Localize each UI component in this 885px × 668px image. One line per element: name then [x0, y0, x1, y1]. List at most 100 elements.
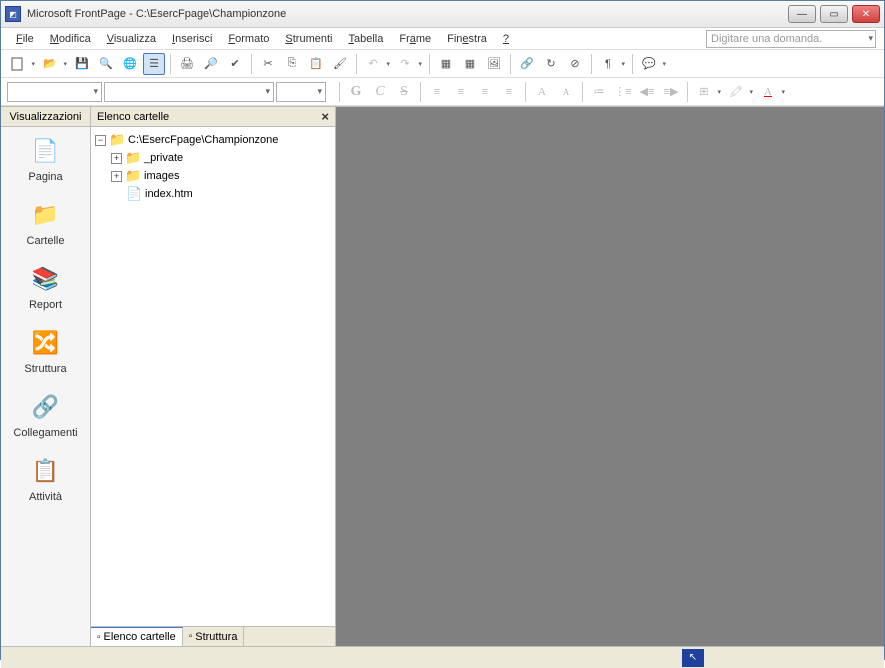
align-left-button[interactable]: ≡ — [426, 81, 448, 103]
stop-button[interactable]: ⊘ — [564, 53, 586, 75]
strike-button[interactable]: S — [393, 81, 415, 103]
struttura-icon: 🔀 — [30, 327, 62, 359]
paste-button[interactable]: 📋 — [305, 53, 327, 75]
view-label: Attività — [29, 491, 62, 503]
menu-finestra[interactable]: Finestra — [440, 31, 494, 47]
align-center-button[interactable]: ≡ — [450, 81, 472, 103]
separator — [582, 82, 583, 102]
tree-item[interactable]: +📁images — [95, 167, 331, 185]
help-search-box[interactable]: Digitare una domanda. — [706, 30, 876, 48]
folder-tree[interactable]: − 📁 C:\EsercFpage\Championzone +📁_privat… — [91, 127, 335, 626]
size-combo[interactable] — [276, 82, 326, 102]
expand-icon[interactable]: + — [111, 171, 122, 182]
redo-button[interactable]: ↷ — [394, 53, 416, 75]
menu-?[interactable]: ? — [496, 31, 516, 47]
views-header: Visualizzazioni — [1, 107, 90, 127]
help-button[interactable]: 💬 — [638, 53, 660, 75]
minimize-button[interactable]: — — [788, 5, 816, 23]
menu-modifica[interactable]: Modifica — [43, 31, 98, 47]
image-button[interactable]: 🖼 — [483, 53, 505, 75]
view-struttura[interactable]: 🔀 Struttura — [1, 319, 90, 383]
menu-frame[interactable]: Frame — [392, 31, 438, 47]
border-button[interactable]: ⊞ — [693, 81, 715, 103]
font-combo[interactable] — [104, 82, 274, 102]
menu-file[interactable]: File — [9, 31, 41, 47]
indent-button[interactable]: ≡▶ — [660, 81, 682, 103]
undo-button[interactable]: ↶ — [362, 53, 384, 75]
view-report[interactable]: 📚Report — [1, 255, 90, 319]
align-right-button[interactable]: ≡ — [474, 81, 496, 103]
tab-label: Struttura — [195, 631, 237, 643]
align-justify-button[interactable]: ≡ — [498, 81, 520, 103]
toolbar-main: 📂 💾 🔍 🌐 ☰ 🖨 🔎 ✔ ✂ ⎘ 📋 🖌 ↶ ↷ ▦ ▦ 🖼 🔗 ↻ ⊘ … — [1, 50, 884, 78]
publish-button[interactable]: 🌐 — [119, 53, 141, 75]
separator — [510, 54, 511, 74]
view-label: Cartelle — [27, 235, 65, 247]
tree-item-label: index.htm — [145, 188, 193, 200]
open-button[interactable]: 📂 — [39, 53, 61, 75]
copy-button[interactable]: ⎘ — [281, 53, 303, 75]
close-panel-icon[interactable]: × — [321, 109, 329, 124]
view-cartelle[interactable]: 📁Cartelle — [1, 191, 90, 255]
app-icon: ◩ — [5, 6, 21, 22]
bold-button[interactable]: G — [345, 81, 367, 103]
toggle-folder-button[interactable]: ☰ — [143, 53, 165, 75]
bullet-list-button[interactable]: ⋮≡ — [612, 81, 634, 103]
italic-button[interactable]: C — [369, 81, 391, 103]
expand-icon[interactable]: + — [111, 153, 122, 164]
toolbar-format: G C S ≡ ≡ ≡ ≡ A A ≔ ⋮≡ ◀≡ ≡▶ ⊞ 🖍 A — [1, 78, 884, 106]
tree-item[interactable]: 📄index.htm — [95, 185, 331, 203]
search-button[interactable]: 🔍 — [95, 53, 117, 75]
cut-button[interactable]: ✂ — [257, 53, 279, 75]
titlebar: ◩ Microsoft FrontPage - C:\EsercFpage\Ch… — [1, 1, 884, 28]
tab-elenco-cartelle[interactable]: ▫Elenco cartelle — [91, 627, 183, 646]
separator — [591, 54, 592, 74]
report-icon: 📚 — [30, 263, 62, 295]
new-button[interactable] — [7, 53, 29, 75]
menu-inserisci[interactable]: Inserisci — [165, 31, 219, 47]
status-indicator-icon: ↖ — [682, 649, 704, 667]
tree-item[interactable]: +📁_private — [95, 149, 331, 167]
folder-panel: Elenco cartelle × − 📁 C:\EsercFpage\Cham… — [91, 107, 336, 646]
highlight-button[interactable]: 🖍 — [725, 81, 747, 103]
outdent-button[interactable]: ◀≡ — [636, 81, 658, 103]
tree-root-row[interactable]: − 📁 C:\EsercFpage\Championzone — [95, 131, 331, 149]
collapse-icon[interactable]: − — [95, 135, 106, 146]
tab-struttura[interactable]: ▫Struttura — [183, 627, 245, 646]
preview-button[interactable]: 🔎 — [200, 53, 222, 75]
collegamenti-icon: 🔗 — [30, 391, 62, 423]
font-color-button[interactable]: A — [757, 81, 779, 103]
tab-icon: ▫ — [189, 631, 193, 642]
view-pagina[interactable]: 📄Pagina — [1, 127, 90, 191]
folder-panel-title: Elenco cartelle — [97, 111, 169, 123]
menu-visualizza[interactable]: Visualizza — [100, 31, 163, 47]
tree-root-label: C:\EsercFpage\Championzone — [128, 134, 278, 146]
separator — [632, 54, 633, 74]
show-button[interactable]: ¶ — [597, 53, 619, 75]
separator — [356, 54, 357, 74]
menu-strumenti[interactable]: Strumenti — [278, 31, 339, 47]
format-painter-button[interactable]: 🖌 — [329, 53, 351, 75]
folder-icon: 📁 — [125, 168, 141, 184]
increase-font-button[interactable]: A — [531, 81, 553, 103]
maximize-button[interactable]: ▭ — [820, 5, 848, 23]
spellcheck-button[interactable]: ✔ — [224, 53, 246, 75]
view-collegamenti[interactable]: 🔗Collegamenti — [1, 383, 90, 447]
save-button[interactable]: 💾 — [71, 53, 93, 75]
numbered-list-button[interactable]: ≔ — [588, 81, 610, 103]
menu-formato[interactable]: Formato — [221, 31, 276, 47]
table-button[interactable]: ▦ — [459, 53, 481, 75]
view-label: Struttura — [24, 363, 66, 375]
menu-tabella[interactable]: Tabella — [341, 31, 390, 47]
views-list: 📄Pagina📁Cartelle📚Report 🔀 Struttura 🔗Colleg… — [1, 127, 90, 511]
view-label: Pagina — [28, 171, 62, 183]
view-attività[interactable]: 📋Attività — [1, 447, 90, 511]
style-combo[interactable] — [7, 82, 102, 102]
print-button[interactable]: 🖨 — [176, 53, 198, 75]
component-button[interactable]: ▦ — [435, 53, 457, 75]
refresh-button[interactable]: ↻ — [540, 53, 562, 75]
close-button[interactable]: ✕ — [852, 5, 880, 23]
separator — [251, 54, 252, 74]
decrease-font-button[interactable]: A — [555, 81, 577, 103]
hyperlink-button[interactable]: 🔗 — [516, 53, 538, 75]
